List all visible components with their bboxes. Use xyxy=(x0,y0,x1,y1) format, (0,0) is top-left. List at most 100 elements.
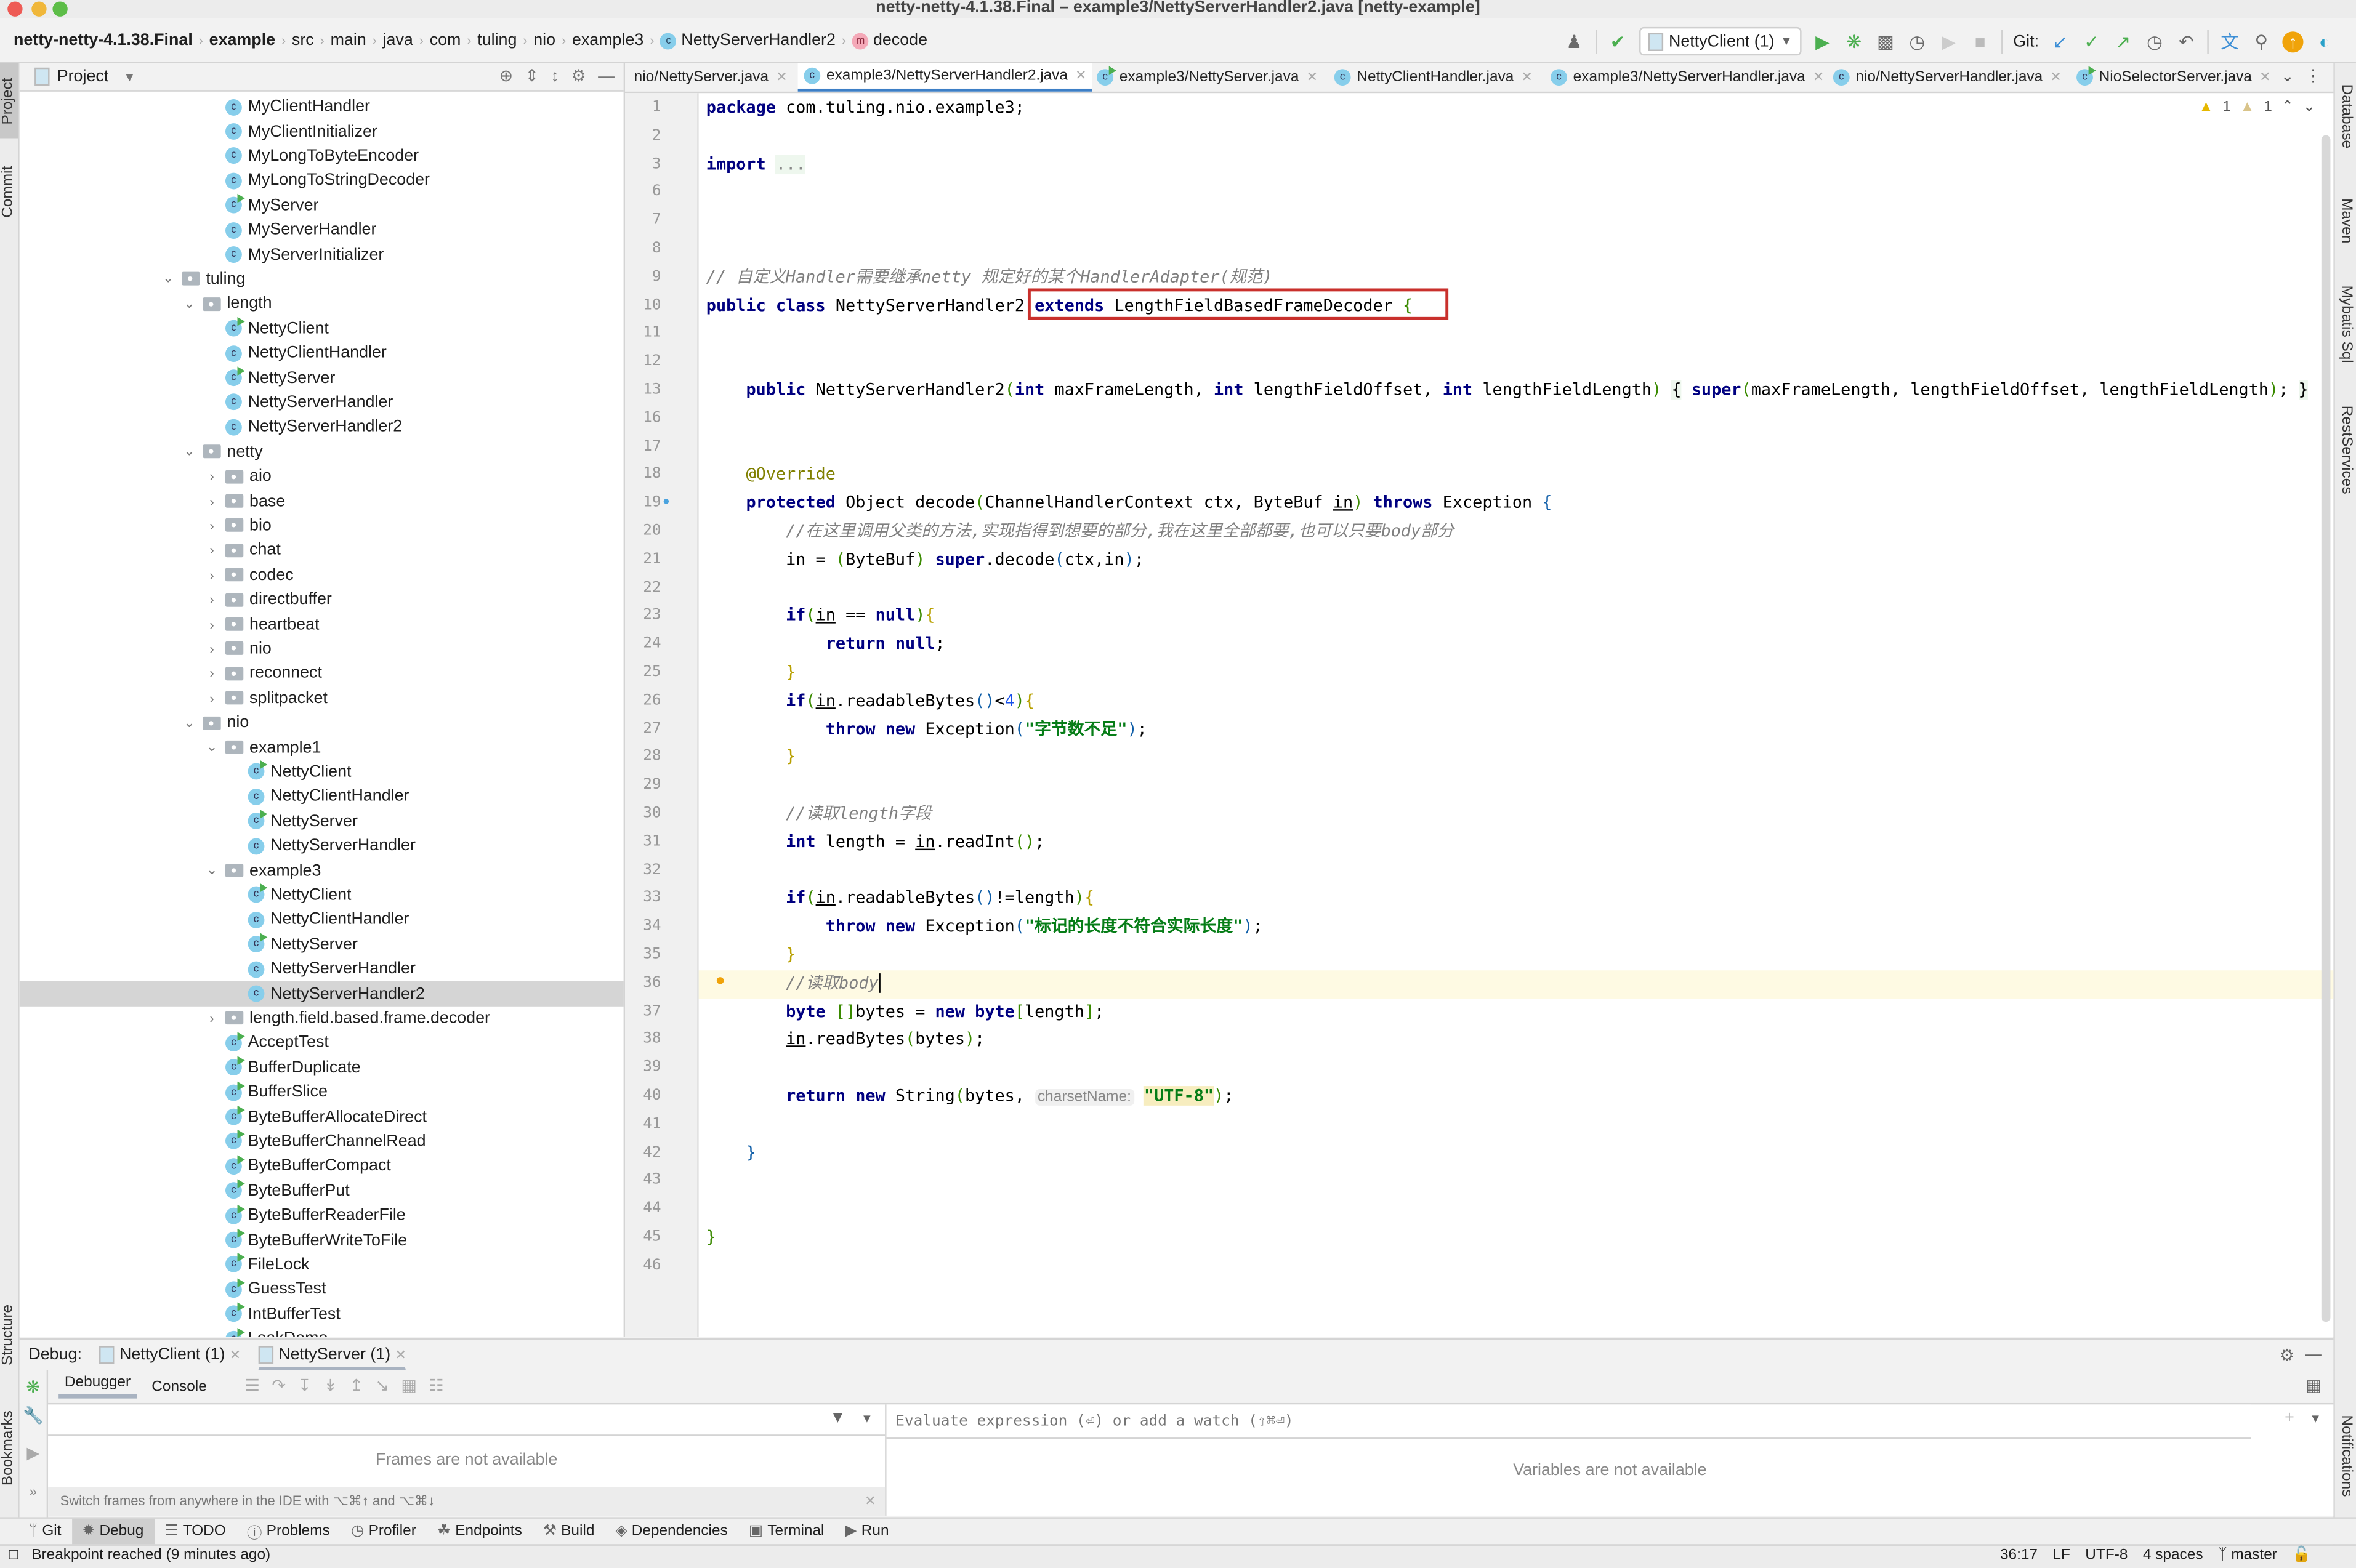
line-number[interactable]: 35 xyxy=(631,946,661,963)
previous-highlight-icon[interactable]: ⌃ xyxy=(2281,99,2293,116)
code-line[interactable]: throw new Exception("标记的长度不符合实际长度"); xyxy=(706,914,1263,942)
coverage-icon[interactable]: ▩ xyxy=(1875,31,1896,52)
tree-file[interactable]: c NettyClient xyxy=(20,883,624,907)
editor-tab[interactable]: c example3/NettyServer.java ✕ xyxy=(1091,63,1323,91)
tree-folder[interactable]: › splitpacket xyxy=(20,686,624,710)
code-line[interactable]: } xyxy=(706,942,796,970)
line-number[interactable]: 20 xyxy=(631,523,661,539)
inspection-widget[interactable]: ▲ 1 ▲ 1 ⌃ ⌄ xyxy=(2198,99,2315,116)
tree-file[interactable]: c BufferSlice xyxy=(20,1080,624,1104)
tree-folder[interactable]: › reconnect xyxy=(20,661,624,686)
step-out-icon[interactable]: ↥ xyxy=(349,1376,363,1395)
line-number[interactable]: 8 xyxy=(631,240,661,257)
tree-file[interactable]: c MyServerHandler xyxy=(20,218,624,243)
tree-folder[interactable]: › length.field.based.frame.decoder xyxy=(20,1006,624,1031)
chevron-right-icon[interactable]: › xyxy=(204,543,219,558)
code-line[interactable]: return new String(bytes, charsetName: "U… xyxy=(706,1083,1233,1111)
tree-folder[interactable]: › aio xyxy=(20,464,624,489)
intention-bulb-icon[interactable]: ● xyxy=(715,971,725,989)
status-message[interactable]: Breakpoint reached (9 minutes ago) xyxy=(31,1547,270,1564)
line-number[interactable]: 34 xyxy=(631,918,661,935)
maven-tool-button[interactable]: Maven xyxy=(2338,198,2355,243)
tree-file[interactable]: c MyServerInitializer xyxy=(20,243,624,267)
override-marker-icon[interactable]: ● xyxy=(663,494,670,508)
wrench-icon[interactable]: 🔧 xyxy=(20,1406,47,1425)
stop-icon[interactable]: ■ xyxy=(1970,31,1991,52)
tool-tab-todo[interactable]: ☰ TODO xyxy=(154,1519,236,1544)
chevron-down-icon[interactable]: ⌄ xyxy=(182,443,196,460)
breadcrumb-item[interactable]: example xyxy=(204,31,280,49)
line-number[interactable]: 23 xyxy=(631,608,661,624)
tree-file[interactable]: cLeakDemo xyxy=(20,1327,624,1337)
line-number[interactable]: 17 xyxy=(631,438,661,454)
profile-icon[interactable]: ◷ xyxy=(1906,31,1927,52)
line-number[interactable]: 16 xyxy=(631,410,661,427)
debug-session-tab[interactable]: NettyServer (1) ✕ xyxy=(250,1340,416,1372)
tree-folder[interactable]: ⌄ example1 xyxy=(20,735,624,760)
code-line[interactable]: throw new Exception("字节数不足"); xyxy=(706,716,1147,744)
code-line[interactable]: byte []bytes = new byte[length]; xyxy=(706,999,1104,1027)
line-number[interactable]: 26 xyxy=(631,692,661,709)
layout-icon[interactable]: ▦ xyxy=(2306,1376,2321,1395)
line-number[interactable]: 19 xyxy=(631,494,661,511)
mybatis-tool-button[interactable]: Mybatis Sql xyxy=(2338,286,2355,363)
debug-session-tab[interactable]: NettyClient (1) ✕ xyxy=(91,1340,250,1370)
close-tab-icon[interactable]: ✕ xyxy=(395,1346,406,1363)
more-icon[interactable]: » xyxy=(20,1484,47,1499)
expand-all-icon[interactable]: ⇕ xyxy=(525,66,539,86)
code-line[interactable]: public NettyServerHandler2(int maxFrameL… xyxy=(706,377,2309,405)
chevron-right-icon[interactable]: › xyxy=(204,617,219,632)
tree-file[interactable]: c NettyServer xyxy=(20,366,624,390)
line-number[interactable]: 43 xyxy=(631,1172,661,1189)
code-line[interactable]: } xyxy=(706,1224,716,1253)
chevron-right-icon[interactable]: › xyxy=(204,691,219,706)
trace-icon[interactable]: ☷ xyxy=(429,1376,443,1395)
tree-folder[interactable]: › base xyxy=(20,489,624,513)
line-number[interactable]: 46 xyxy=(631,1257,661,1274)
code-line[interactable]: if(in == null){ xyxy=(706,603,935,631)
line-number[interactable]: 9 xyxy=(631,268,661,285)
more-options-icon[interactable]: ⋮ xyxy=(2305,66,2322,86)
close-tab-icon[interactable]: ✕ xyxy=(1307,69,1318,86)
chevron-down-icon[interactable]: ▼ xyxy=(2309,1412,2321,1426)
line-number[interactable]: 10 xyxy=(631,297,661,313)
breadcrumb-item[interactable]: tuling xyxy=(473,31,522,49)
tree-file[interactable]: c BufferDuplicate xyxy=(20,1055,624,1080)
history-icon[interactable]: ◷ xyxy=(2144,31,2165,52)
filter-icon[interactable]: ▼ xyxy=(829,1409,846,1427)
build-hammer-icon[interactable]: ✔ xyxy=(1607,31,1628,52)
tree-folder[interactable]: › nio xyxy=(20,637,624,661)
tree-file[interactable]: c NettyServerHandler xyxy=(20,957,624,981)
line-number[interactable]: 3 xyxy=(631,156,661,172)
force-step-into-icon[interactable]: ↡ xyxy=(323,1376,337,1395)
editor-tab[interactable]: c NettyClientHandler.java ✕ xyxy=(1328,63,1539,91)
run-to-cursor-icon[interactable]: ↘ xyxy=(375,1376,389,1395)
line-number[interactable]: 25 xyxy=(631,664,661,680)
tree-file[interactable]: c MyLongToStringDecoder xyxy=(20,169,624,193)
file-encoding[interactable]: UTF-8 xyxy=(2085,1547,2128,1564)
chevron-right-icon[interactable]: › xyxy=(204,592,219,607)
code-line[interactable]: //在这里调用父类的方法,实现指得到想要的部分,我在这里全部都要,也可以只要bo… xyxy=(706,518,1454,547)
editor-tab[interactable]: c example3/NettyServerHandler2.java ✕ xyxy=(797,63,1093,92)
tree-file[interactable]: c ByteBufferReaderFile xyxy=(20,1203,624,1228)
tree-folder[interactable]: ⌄ netty xyxy=(20,440,624,464)
debugger-subtab[interactable]: Debugger xyxy=(58,1375,137,1399)
code-line[interactable]: if(in.readableBytes()<4){ xyxy=(706,688,1035,716)
line-number[interactable]: 22 xyxy=(631,579,661,596)
breadcrumb-item[interactable]: com xyxy=(425,31,465,49)
translate-icon[interactable]: 文 xyxy=(2219,31,2240,52)
line-separator[interactable]: LF xyxy=(2052,1547,2070,1564)
tree-file[interactable]: c IntBufferTest xyxy=(20,1301,624,1326)
git-commit-icon[interactable]: ✓ xyxy=(2081,31,2102,52)
tree-file[interactable]: c NettyClient xyxy=(20,760,624,784)
close-tab-icon[interactable]: ✕ xyxy=(230,1346,241,1363)
project-tool-button[interactable]: Project xyxy=(0,63,18,139)
lock-icon[interactable]: 🔓 xyxy=(2292,1547,2310,1564)
git-push-icon[interactable]: ↗ xyxy=(2113,31,2134,52)
code-editor[interactable]: 1 2 3 6 7 8 9 10 11 12 13 16 17 18 19 ● 20 21 22 23 24 25 26 27… xyxy=(625,93,2334,1337)
next-highlight-icon[interactable]: ⌄ xyxy=(2303,99,2315,116)
code-line[interactable]: protected Object decode(ChannelHandlerCo… xyxy=(706,490,1552,518)
close-tab-icon[interactable]: ✕ xyxy=(776,69,787,86)
tree-file[interactable]: c NettyServer xyxy=(20,932,624,957)
breadcrumb-item[interactable]: c NettyServerHandler2 xyxy=(656,31,840,50)
